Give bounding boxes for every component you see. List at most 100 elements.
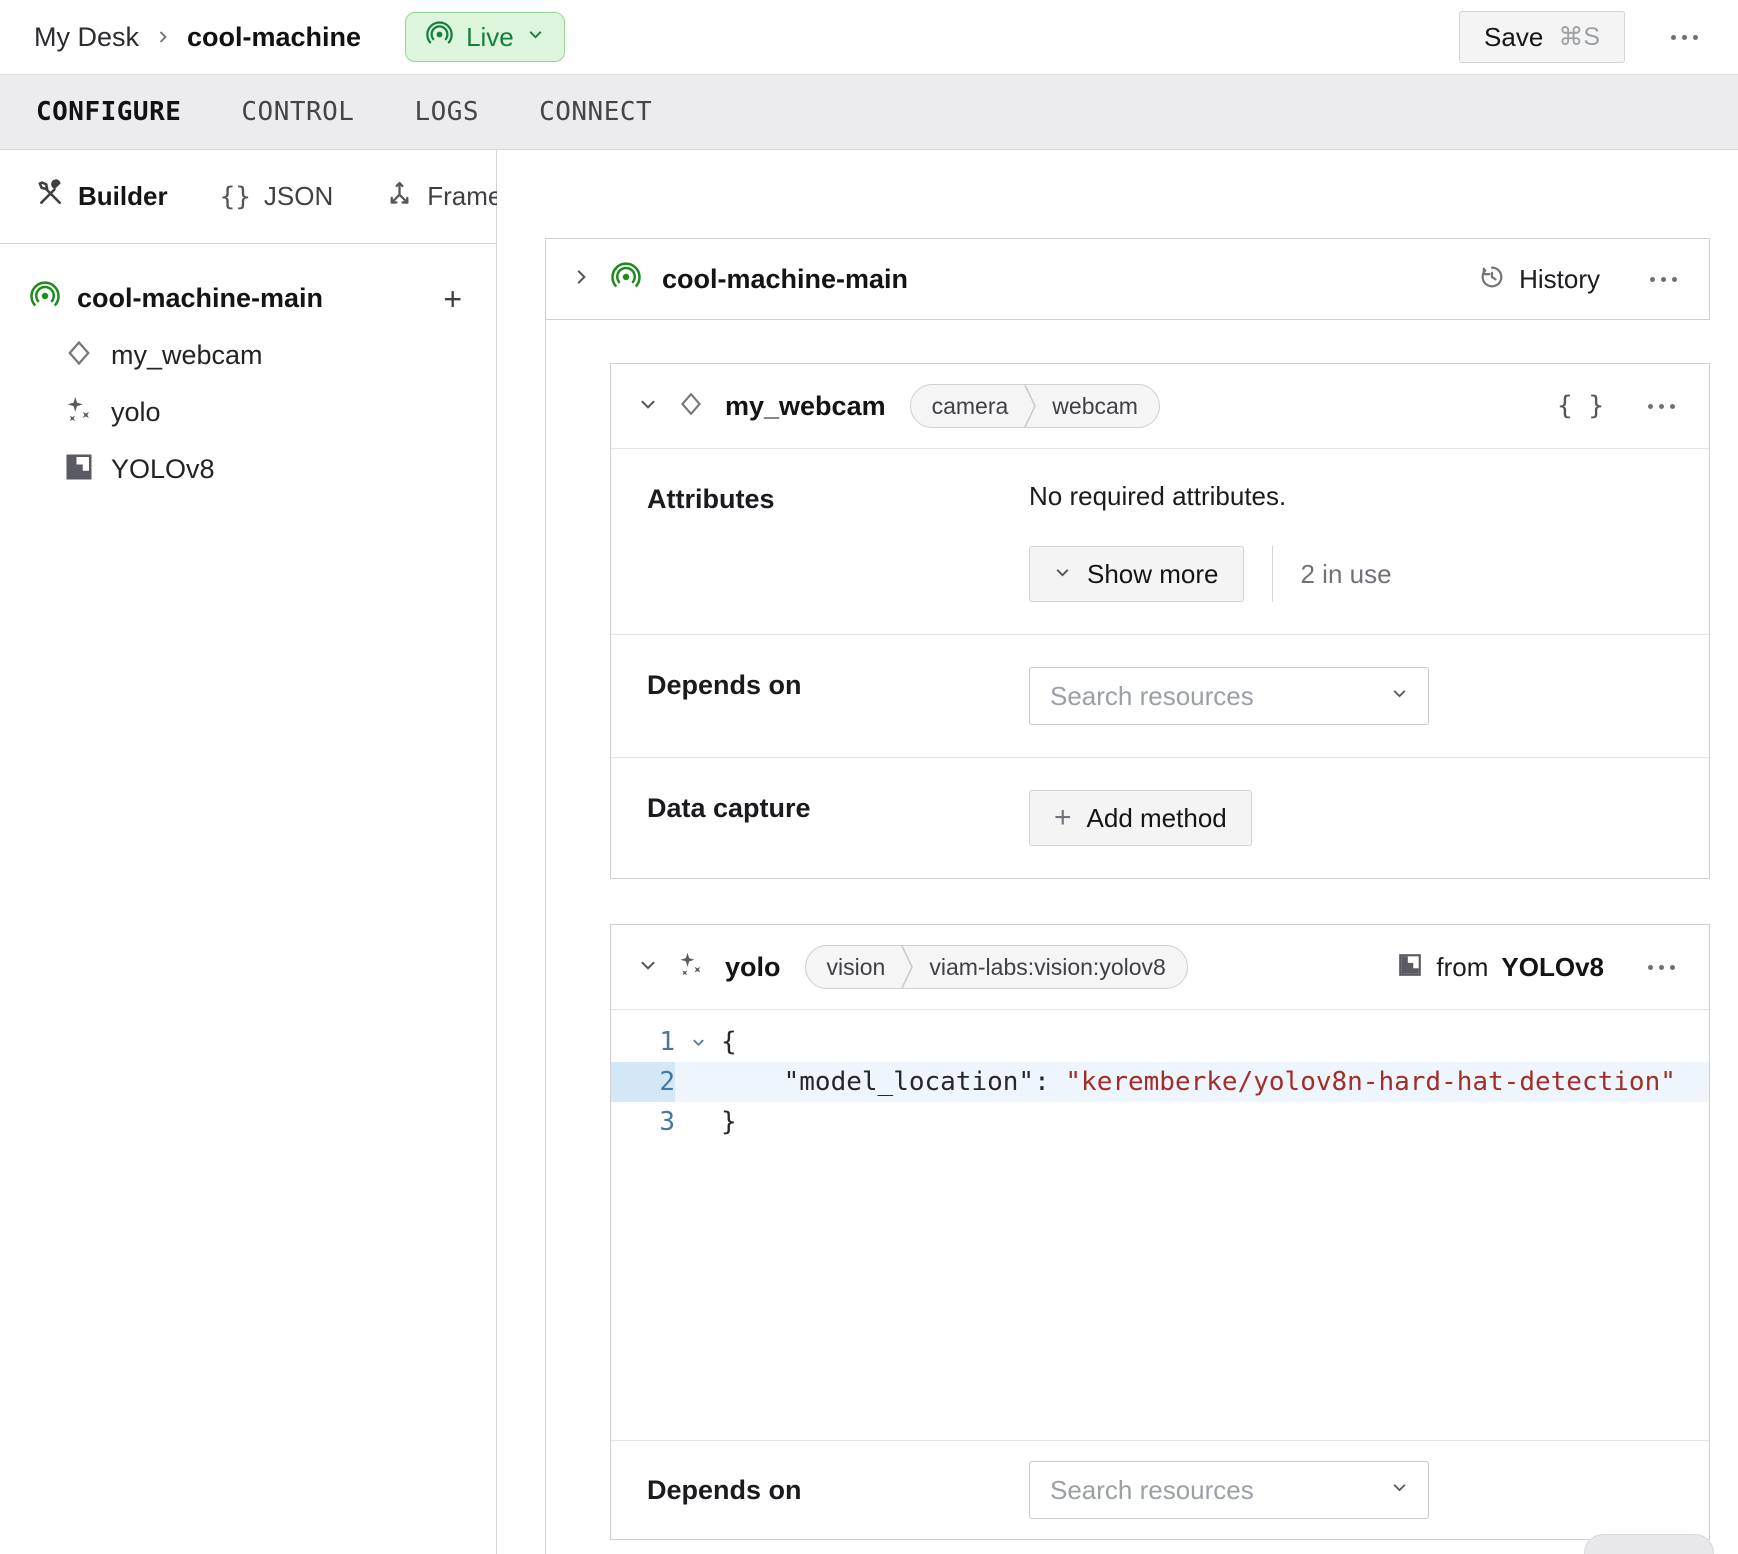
collapse-chevron-down-icon[interactable] bbox=[639, 956, 657, 979]
tree-item-machine-main-label: cool-machine-main bbox=[77, 283, 422, 314]
data-capture-row: Data capture + Add method bbox=[611, 758, 1709, 878]
save-shortcut-hint: ⌘S bbox=[1558, 22, 1600, 52]
tab-configure[interactable]: CONFIGURE bbox=[36, 97, 181, 127]
tab-connect[interactable]: CONNECT bbox=[539, 97, 652, 127]
add-method-button[interactable]: + Add method bbox=[1029, 790, 1252, 846]
frame-axes-icon bbox=[385, 179, 414, 215]
breadcrumb: My Desk cool-machine bbox=[34, 22, 361, 53]
tree-item-yolov8-module[interactable]: YOLOv8 bbox=[30, 441, 466, 498]
line-number: 2 bbox=[611, 1062, 675, 1102]
yolo-type-badge: vision viam-labs:vision:yolov8 bbox=[805, 945, 1188, 989]
from-module-name: YOLOv8 bbox=[1501, 952, 1604, 983]
machine-status-dropdown[interactable]: Live bbox=[405, 12, 565, 62]
from-label: from bbox=[1436, 952, 1488, 983]
chevron-down-icon bbox=[1054, 564, 1071, 584]
tree-item-machine-main[interactable]: cool-machine-main + bbox=[30, 270, 466, 327]
show-more-button[interactable]: Show more bbox=[1029, 546, 1244, 602]
json-string-value: "keremberke/yolov8n-hard-hat-detection" bbox=[1065, 1067, 1675, 1097]
depends-on-search-select[interactable]: Search resources bbox=[1029, 1461, 1429, 1519]
attributes-empty-text: No required attributes. bbox=[1029, 481, 1669, 512]
tree-connector-line bbox=[545, 320, 546, 1554]
attributes-row: Attributes No required attributes. Show … bbox=[611, 449, 1709, 635]
tree-item-yolo[interactable]: yolo bbox=[30, 384, 466, 441]
topbar-overflow-menu-button[interactable] bbox=[1665, 29, 1704, 46]
machine-main-card: cool-machine-main History bbox=[545, 238, 1710, 320]
help-widget[interactable] bbox=[1584, 1534, 1714, 1554]
yolo-depends-on-row: Depends on Search resources bbox=[611, 1441, 1709, 1539]
my-webcam-type-badge: camera webcam bbox=[910, 384, 1160, 428]
show-more-label: Show more bbox=[1087, 559, 1219, 590]
depends-on-label: Depends on bbox=[647, 667, 1029, 725]
yolo-card-header: yolo vision viam-labs:vision:yolov8 from… bbox=[611, 925, 1709, 1010]
frame-view-label: Frame bbox=[427, 181, 502, 212]
view-mode-builder[interactable]: Builder bbox=[36, 179, 168, 215]
view-mode-json[interactable]: {} JSON bbox=[220, 181, 334, 212]
breadcrumb-parent-link[interactable]: My Desk bbox=[34, 22, 139, 53]
resource-tree: cool-machine-main + my_webcam yolo bbox=[0, 244, 496, 498]
json-key: "model_location" bbox=[784, 1067, 1034, 1097]
machine-main-card-title: cool-machine-main bbox=[662, 264, 908, 295]
camera-type-label: camera bbox=[917, 393, 1024, 420]
machine-part-icon bbox=[611, 262, 641, 297]
yolo-attributes-json-editor[interactable]: 1 { 2 "model_location": "keremberke/yolo… bbox=[611, 1010, 1709, 1441]
attributes-in-use-count: 2 in use bbox=[1301, 559, 1392, 590]
line-number: 3 bbox=[611, 1102, 675, 1142]
vision-type-label: vision bbox=[812, 954, 901, 981]
fold-chevron-icon[interactable] bbox=[675, 1035, 721, 1050]
history-clock-icon bbox=[1478, 263, 1506, 296]
code-text: { bbox=[721, 1027, 737, 1057]
camera-component-icon bbox=[64, 338, 94, 373]
yolov8-model-label: viam-labs:vision:yolov8 bbox=[914, 954, 1180, 981]
attributes-label: Attributes bbox=[647, 481, 1029, 602]
tree-item-my-webcam-label: my_webcam bbox=[111, 340, 263, 371]
depends-on-search-select[interactable]: Search resources bbox=[1029, 667, 1429, 725]
tree-item-yolov8-label: YOLOv8 bbox=[111, 454, 215, 485]
plus-icon: + bbox=[1054, 803, 1072, 833]
camera-component-icon bbox=[677, 390, 705, 423]
configure-sidebar: Builder {} JSON Frame bbox=[0, 150, 497, 1554]
code-line[interactable]: 3 } bbox=[611, 1102, 1709, 1142]
json-colon: : bbox=[1034, 1067, 1065, 1097]
json-mode-toggle-icon[interactable]: { } bbox=[1557, 391, 1604, 421]
code-line[interactable]: 1 { bbox=[611, 1022, 1709, 1062]
tree-item-my-webcam[interactable]: my_webcam bbox=[30, 327, 466, 384]
yolo-card-title: yolo bbox=[725, 952, 781, 983]
history-button-label: History bbox=[1519, 264, 1600, 295]
history-button[interactable]: History bbox=[1478, 263, 1600, 296]
view-mode-frame[interactable]: Frame bbox=[385, 179, 502, 215]
top-bar: My Desk cool-machine Live Save ⌘S bbox=[0, 0, 1738, 75]
tab-control[interactable]: CONTROL bbox=[241, 97, 354, 127]
my-webcam-card-title: my_webcam bbox=[725, 391, 886, 422]
add-resource-button[interactable]: + bbox=[439, 283, 466, 315]
braces-icon: {} bbox=[220, 182, 251, 212]
save-button[interactable]: Save ⌘S bbox=[1459, 11, 1625, 63]
yolo-overflow-menu-button[interactable] bbox=[1642, 959, 1681, 976]
tree-item-yolo-label: yolo bbox=[111, 397, 161, 428]
breadcrumb-current: cool-machine bbox=[187, 22, 361, 53]
depends-on-label: Depends on bbox=[647, 1461, 1029, 1519]
vertical-divider bbox=[1272, 546, 1273, 602]
module-icon bbox=[1397, 952, 1423, 983]
search-resources-placeholder: Search resources bbox=[1050, 1475, 1254, 1506]
live-broadcast-icon bbox=[426, 21, 453, 53]
collapse-chevron-right-icon[interactable] bbox=[572, 268, 590, 291]
my-webcam-overflow-menu-button[interactable] bbox=[1642, 398, 1681, 415]
select-chevron-down-icon bbox=[1391, 1479, 1408, 1501]
my-webcam-card: my_webcam camera webcam { } Attributes N… bbox=[610, 363, 1710, 879]
builder-view-label: Builder bbox=[78, 181, 168, 212]
badge-separator-icon bbox=[1023, 384, 1037, 428]
code-text: "model_location": "keremberke/yolov8n-ha… bbox=[721, 1067, 1676, 1097]
line-number: 1 bbox=[611, 1022, 675, 1062]
machine-part-icon bbox=[30, 281, 60, 316]
tab-logs[interactable]: LOGS bbox=[414, 97, 479, 127]
collapse-chevron-down-icon[interactable] bbox=[639, 395, 657, 418]
from-module-link[interactable]: from YOLOv8 bbox=[1397, 952, 1604, 983]
select-chevron-down-icon bbox=[1391, 685, 1408, 707]
live-chevron-down-icon bbox=[527, 26, 544, 48]
machine-tab-bar: CONFIGURE CONTROL LOGS CONNECT bbox=[0, 75, 1738, 150]
module-icon bbox=[64, 452, 94, 487]
breadcrumb-chevron-icon bbox=[155, 29, 171, 45]
code-line-highlighted[interactable]: 2 "model_location": "keremberke/yolov8n-… bbox=[611, 1062, 1709, 1102]
machine-card-overflow-menu-button[interactable] bbox=[1644, 271, 1683, 288]
save-button-label: Save bbox=[1484, 22, 1543, 53]
